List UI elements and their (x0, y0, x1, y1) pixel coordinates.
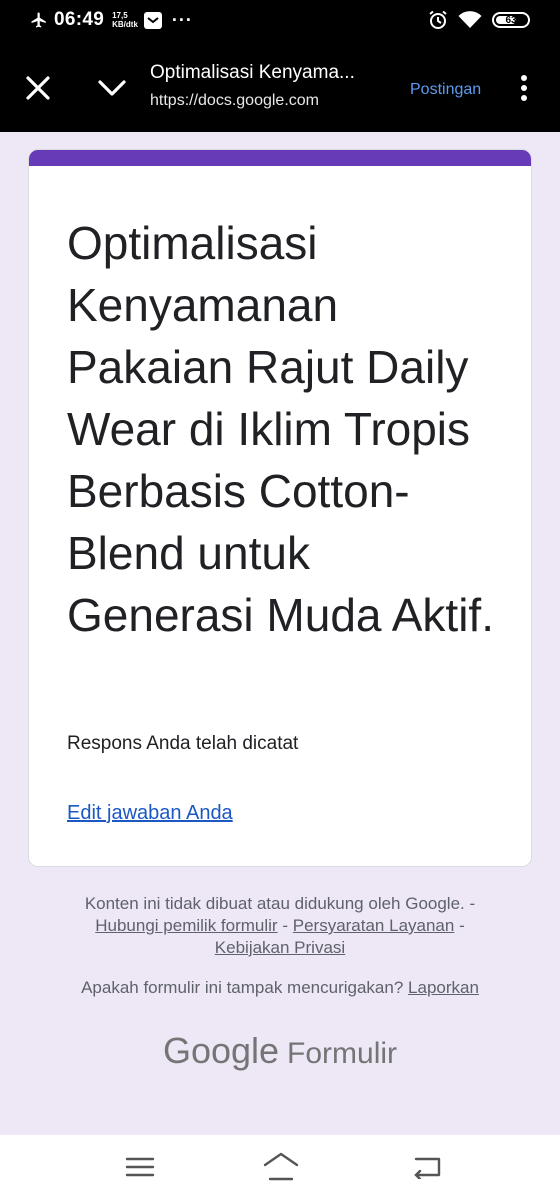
address-area[interactable]: Optimalisasi Kenyama... https://docs.goo… (150, 62, 390, 110)
page-title: Optimalisasi Kenyama... (150, 62, 355, 83)
menu-icon[interactable] (124, 1155, 156, 1179)
brand-forms: Formulir (287, 1037, 398, 1070)
page-url: https://docs.google.com (150, 92, 319, 109)
form-title: Optimalisasi Kenyamanan Pakaian Rajut Da… (67, 217, 494, 641)
footer-disclaimer: Konten ini tidak dibuat atau didukung ol… (30, 893, 530, 959)
home-icon[interactable] (262, 1151, 300, 1183)
terms-link[interactable]: Persyaratan Layanan (293, 916, 455, 935)
separator: - (469, 894, 476, 913)
response-message: Respons Anda telah dicatat (67, 733, 299, 754)
close-icon[interactable] (22, 72, 54, 104)
chevron-down-icon[interactable] (96, 74, 128, 102)
battery-level: 63 (505, 14, 517, 26)
google-forms-logo[interactable]: Google Formulir (0, 1030, 560, 1072)
edit-response-link[interactable]: Edit jawaban Anda (67, 802, 233, 825)
browser-toolbar: Optimalisasi Kenyama... https://docs.goo… (0, 44, 560, 132)
card-accent-bar (29, 150, 531, 166)
form-card: Optimalisasi Kenyamanan Pakaian Rajut Da… (28, 149, 532, 867)
alarm-icon (429, 10, 447, 29)
disclaimer-text: Konten ini tidak dibuat atau didukung ol… (84, 894, 465, 913)
footer-report: Apakah formulir ini tampak mencurigakan?… (30, 977, 530, 999)
more-notifications: ··· (171, 9, 193, 30)
separator: - (282, 916, 288, 935)
more-vert-icon[interactable] (514, 74, 534, 102)
separator: - (459, 916, 465, 935)
brand-google: Google (162, 1030, 280, 1071)
airplane-icon (31, 12, 46, 28)
suspicious-question: Apakah formulir ini tampak mencurigakan? (81, 978, 404, 997)
speed-value: 17,5 (112, 11, 128, 20)
contact-owner-link[interactable]: Hubungi pemilik formulir (95, 916, 277, 935)
network-speed: 17,5 KB/dtk (112, 11, 138, 29)
system-nav-bar (0, 1135, 560, 1200)
privacy-link[interactable]: Kebijakan Privasi (215, 938, 345, 957)
status-bar: 06:49 17,5 KB/dtk ··· 63 (0, 0, 560, 44)
speed-unit: KB/dtk (112, 20, 138, 29)
wifi-icon (458, 11, 482, 28)
battery-icon: 63 (492, 12, 530, 28)
report-link[interactable]: Laporkan (408, 978, 479, 997)
clock: 06:49 (54, 9, 105, 30)
message-icon (143, 11, 162, 29)
post-button[interactable]: Postingan (410, 81, 481, 99)
back-icon[interactable] (410, 1155, 444, 1179)
